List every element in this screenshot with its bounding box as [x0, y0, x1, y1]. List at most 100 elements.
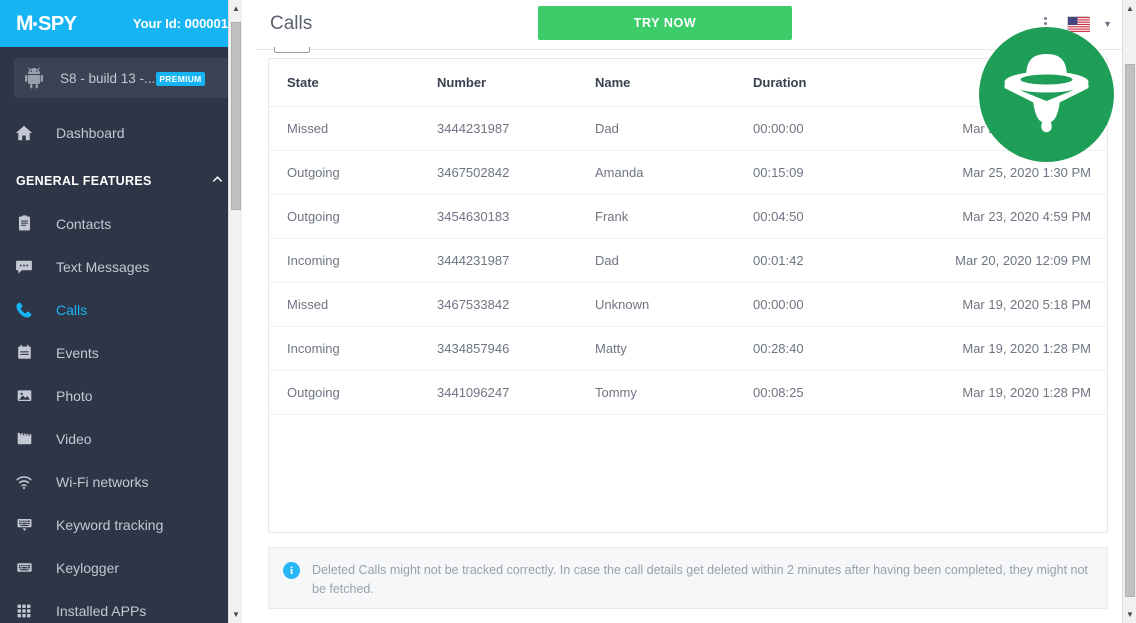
table-row[interactable]: Incoming 3444231987 Dad 00:01:42 Mar 20,… [269, 239, 1107, 283]
column-header-duration[interactable]: Duration [753, 59, 923, 107]
cell-name: Dad [595, 107, 753, 151]
image-icon [14, 386, 34, 406]
sidebar-item-label: Wi-Fi networks [56, 474, 149, 490]
try-now-button[interactable]: TRY NOW [538, 6, 792, 40]
sidebar-item-label: Dashboard [56, 125, 125, 141]
cell-state: Outgoing [269, 151, 437, 195]
sidebar-item-events[interactable]: Events [0, 331, 242, 374]
cell-date: Mar 19, 2020 1:28 PM [923, 371, 1107, 415]
cell-number: 3454630183 [437, 195, 595, 239]
sidebar-section-general-features[interactable]: GENERAL FEATURES [0, 160, 242, 202]
cell-number: 3444231987 [437, 107, 595, 151]
notice-text: Deleted Calls might not be tracked corre… [312, 561, 1091, 608]
keyboard-icon [14, 558, 34, 578]
android-icon [24, 67, 44, 89]
user-id-label: Your Id: 000001 [133, 16, 228, 31]
cell-duration: 00:15:09 [753, 151, 923, 195]
sidebar-item-label: Events [56, 345, 99, 361]
cell-state: Incoming [269, 239, 437, 283]
info-icon: i [283, 562, 300, 579]
sidebar-item-label: Video [56, 431, 92, 447]
message-icon [14, 257, 34, 277]
brand-bar: MSPY Your Id: 000001 [0, 0, 242, 47]
cell-state: Incoming [269, 327, 437, 371]
scroll-up-arrow-icon[interactable]: ▲ [1123, 0, 1136, 17]
sidebar-item-keyword-tracking[interactable]: Keyword tracking [0, 503, 242, 546]
table-row[interactable]: Outgoing 3441096247 Tommy 00:08:25 Mar 1… [269, 371, 1107, 415]
cell-date: Mar 19, 2020 5:18 PM [923, 283, 1107, 327]
partial-control-above-table[interactable] [274, 47, 310, 53]
cell-date: Mar 20, 2020 12:09 PM [923, 239, 1107, 283]
mspy-logo[interactable]: MSPY [16, 13, 77, 34]
cell-number: 3441096247 [437, 371, 595, 415]
app-root: MSPY Your Id: 000001 S8 - bu [0, 0, 1136, 623]
premium-badge: PREMIUM [156, 72, 204, 86]
sidebar-nav-list: Contacts Text Messages [0, 202, 242, 623]
cell-date: Mar 23, 2020 4:59 PM [923, 195, 1107, 239]
cell-state: Missed [269, 107, 437, 151]
cell-name: Frank [595, 195, 753, 239]
sidebar-scrollbar-thumb[interactable] [231, 22, 241, 210]
scroll-down-arrow-icon[interactable]: ▼ [1123, 606, 1136, 623]
keyboard-down-icon [14, 515, 34, 535]
sidebar-item-dashboard[interactable]: Dashboard [0, 111, 242, 154]
phone-icon [14, 300, 34, 320]
sidebar-item-text-messages[interactable]: Text Messages [0, 245, 242, 288]
deleted-calls-notice: i Deleted Calls might not be tracked cor… [268, 547, 1108, 609]
layout-gap [242, 0, 256, 623]
sidebar-item-keylogger[interactable]: Keylogger [0, 546, 242, 589]
cell-state: Missed [269, 283, 437, 327]
table-row[interactable]: Outgoing 3454630183 Frank 00:04:50 Mar 2… [269, 195, 1107, 239]
sidebar-item-label: Keyword tracking [56, 517, 163, 533]
home-icon [14, 123, 34, 143]
cell-number: 3434857946 [437, 327, 595, 371]
cell-number: 3444231987 [437, 239, 595, 283]
sidebar: MSPY Your Id: 000001 S8 - bu [0, 0, 242, 623]
cell-duration: 00:00:00 [753, 283, 923, 327]
chevron-up-icon [211, 173, 224, 189]
column-header-name[interactable]: Name [595, 59, 753, 107]
scroll-down-arrow-icon[interactable]: ▼ [229, 606, 242, 623]
cell-state: Outgoing [269, 195, 437, 239]
cell-state: Outgoing [269, 371, 437, 415]
sidebar-item-calls[interactable]: Calls [0, 288, 242, 331]
sidebar-scrollbar[interactable]: ▲ ▼ [228, 0, 242, 623]
logo-dot-icon [33, 22, 37, 26]
calendar-icon [14, 343, 34, 363]
spy-hat-icon[interactable] [979, 27, 1114, 162]
cell-duration: 00:28:40 [753, 327, 923, 371]
window-scrollbar-thumb[interactable] [1125, 64, 1135, 597]
table-row[interactable]: Missed 3467533842 Unknown 00:00:00 Mar 1… [269, 283, 1107, 327]
sidebar-item-label: Calls [56, 302, 87, 318]
cell-duration: 00:01:42 [753, 239, 923, 283]
sidebar-item-contacts[interactable]: Contacts [0, 202, 242, 245]
cell-name: Amanda [595, 151, 753, 195]
scroll-up-arrow-icon[interactable]: ▲ [229, 0, 242, 17]
section-label: GENERAL FEATURES [16, 174, 152, 188]
grid-icon [14, 601, 34, 621]
table-row[interactable]: Incoming 3434857946 Matty 00:28:40 Mar 1… [269, 327, 1107, 371]
sidebar-item-installed-apps[interactable]: Installed APPs [0, 589, 242, 623]
cell-number: 3467533842 [437, 283, 595, 327]
sidebar-item-wifi-networks[interactable]: Wi-Fi networks [0, 460, 242, 503]
cell-date: Mar 19, 2020 1:28 PM [923, 327, 1107, 371]
cell-number: 3467502842 [437, 151, 595, 195]
sidebar-item-label: Text Messages [56, 259, 149, 275]
video-icon [14, 429, 34, 449]
sidebar-item-label: Photo [56, 388, 93, 404]
wifi-icon [14, 472, 34, 492]
cell-duration: 00:04:50 [753, 195, 923, 239]
cell-duration: 00:00:00 [753, 107, 923, 151]
sidebar-item-photo[interactable]: Photo [0, 374, 242, 417]
sidebar-item-video[interactable]: Video [0, 417, 242, 460]
column-header-number[interactable]: Number [437, 59, 595, 107]
device-selector[interactable]: S8 - build 13 -...PREMIUM [14, 58, 228, 98]
page-title: Calls [270, 13, 312, 35]
sidebar-item-label: Contacts [56, 216, 111, 232]
device-name-label: S8 - build 13 -...PREMIUM [60, 71, 205, 86]
column-header-state[interactable]: State [269, 59, 437, 107]
sidebar-item-label: Installed APPs [56, 603, 146, 619]
window-scrollbar[interactable]: ▲ ▼ [1122, 0, 1136, 623]
logo-text: SPY [38, 14, 77, 34]
contacts-icon [14, 214, 34, 234]
